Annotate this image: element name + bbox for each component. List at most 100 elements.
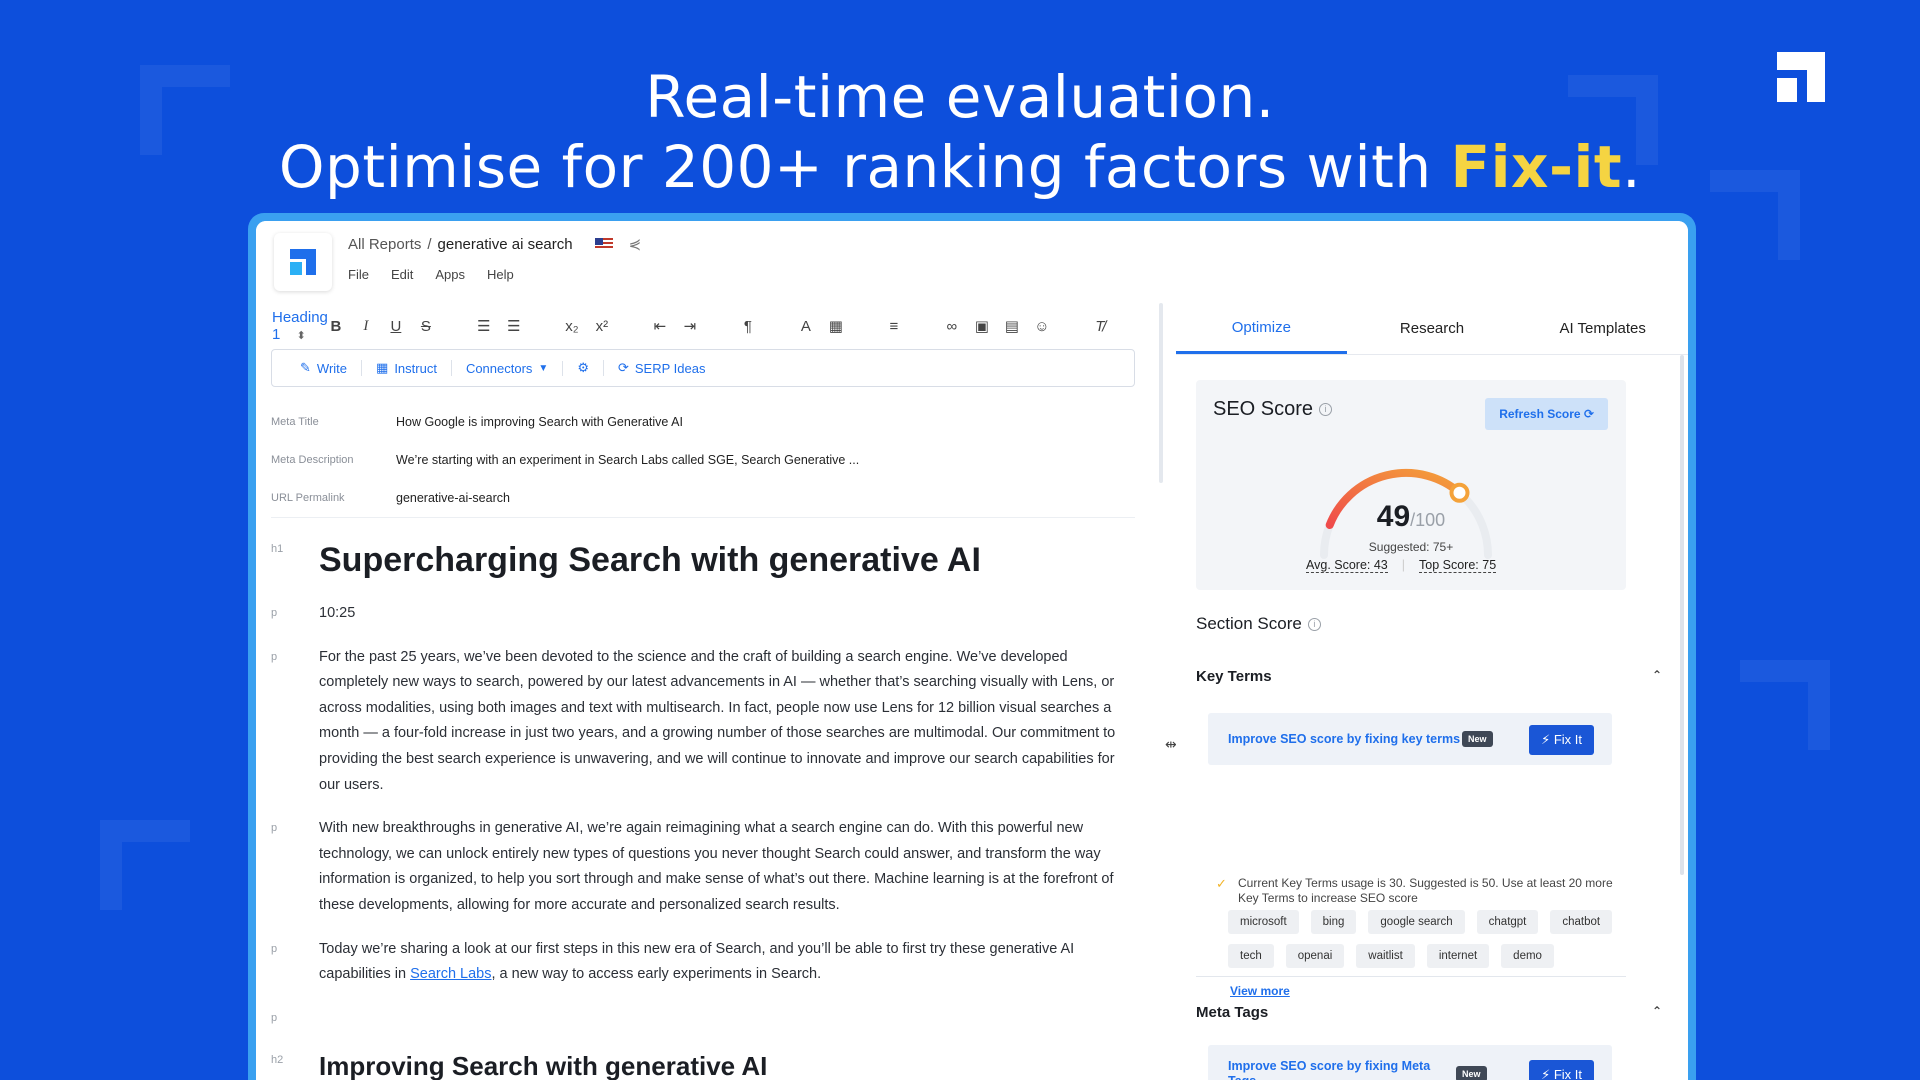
refresh-icon: ⟳: [1583, 407, 1594, 421]
panel-scrollbar[interactable]: [1680, 355, 1684, 875]
document-content[interactable]: h1 Supercharging Search with generative A…: [271, 525, 1141, 1080]
menu-bar: File Edit Apps Help: [348, 267, 514, 282]
strikethrough-icon[interactable]: S: [418, 318, 434, 335]
check-icon: ✓: [1216, 876, 1227, 891]
tab-ai-templates[interactable]: AI Templates: [1517, 303, 1688, 354]
info-icon[interactable]: i: [1307, 618, 1321, 632]
instruct-button[interactable]: ▦ Instruct: [362, 360, 452, 376]
refresh-icon: ⟳: [617, 360, 629, 375]
italic-icon[interactable]: I: [358, 318, 374, 335]
write-button[interactable]: ✎ Write: [286, 360, 363, 376]
doc-paragraph[interactable]: For the past 25 years, we’ve been devote…: [319, 645, 1119, 799]
app-logo-icon[interactable]: [274, 233, 332, 291]
key-terms-header[interactable]: Key Terms ⌃: [1196, 668, 1662, 685]
caret-down-icon: ▼: [538, 362, 549, 374]
breadcrumb-current: generative ai search: [437, 235, 573, 253]
key-term-chip[interactable]: tech: [1228, 944, 1274, 968]
menu-file[interactable]: File: [348, 267, 369, 282]
top-score[interactable]: Top Score: 75: [1419, 558, 1497, 573]
image-icon[interactable]: ▣: [974, 317, 990, 335]
key-term-chip[interactable]: waitlist: [1356, 944, 1415, 968]
menu-apps[interactable]: Apps: [435, 267, 465, 282]
meta-title-input[interactable]: How Google is improving Search with Gene…: [396, 415, 683, 429]
key-term-chip[interactable]: microsoft: [1228, 910, 1299, 934]
key-term-chip[interactable]: chatbot: [1550, 910, 1613, 934]
bullet-list-icon[interactable]: ☰: [506, 317, 522, 335]
highlight-icon[interactable]: ▦: [828, 317, 844, 335]
magic-wand-icon: ⚡: [1541, 1067, 1551, 1080]
align-icon[interactable]: ≡: [886, 318, 902, 335]
menu-help[interactable]: Help: [487, 267, 514, 282]
top-bar: All Reports / generative ai search ⋞ Fil…: [256, 221, 1688, 303]
subscript-icon[interactable]: x₂: [564, 318, 580, 335]
tab-research[interactable]: Research: [1347, 303, 1518, 354]
suggested-score: Suggested: 75+: [1368, 540, 1454, 554]
doc-paragraph[interactable]: 10:25: [319, 601, 1119, 627]
share-icon[interactable]: ⋞: [629, 235, 642, 253]
video-icon[interactable]: ▤: [1004, 317, 1020, 335]
meta-fields: Meta Title How Google is improving Search…: [271, 403, 1135, 518]
serp-ideas-button[interactable]: ⟳ SERP Ideas: [604, 360, 720, 376]
seo-score-card: SEO Score i Refresh Score ⟳ 49/100 Sugge…: [1196, 380, 1626, 590]
key-term-chip[interactable]: chatgpt: [1476, 910, 1539, 934]
search-labs-link[interactable]: Search Labs: [410, 966, 491, 982]
superscript-icon[interactable]: x²: [594, 318, 610, 335]
info-icon[interactable]: i: [1319, 403, 1333, 417]
meta-tags-fix-card: Improve SEO score by fixing Meta TagsNew…: [1208, 1045, 1612, 1080]
key-term-chip[interactable]: google search: [1368, 910, 1465, 934]
write-icon: ✎: [300, 360, 311, 375]
menu-edit[interactable]: Edit: [391, 267, 413, 282]
doc-paragraph[interactable]: With new breakthroughs in generative AI,…: [319, 816, 1119, 918]
bold-icon[interactable]: B: [328, 318, 344, 335]
editor: Heading 1 ⬍ B I U S ☰ ☰ x₂ x² ⇤ ⇥ ¶ A ▦ …: [256, 303, 1190, 1080]
hero-line-1: Real-time evaluation.: [645, 63, 1275, 131]
paragraph-direction-icon[interactable]: ¶: [740, 318, 756, 335]
meta-tags-header[interactable]: Meta Tags ⌃: [1196, 1004, 1662, 1021]
tab-optimize[interactable]: Optimize: [1176, 303, 1347, 354]
view-more-link[interactable]: View more: [1228, 978, 1292, 1004]
app-window: All Reports / generative ai search ⋞ Fil…: [256, 221, 1688, 1080]
connectors-dropdown[interactable]: Connectors ▼: [452, 360, 564, 376]
doc-empty-paragraph[interactable]: [319, 1006, 1119, 1032]
meta-description-input[interactable]: We’re starting with an experiment in Sea…: [396, 453, 859, 467]
format-buttons: B I U S ☰ ☰ x₂ x² ⇤ ⇥ ¶ A ▦ ≡ ∞ ▣ ▤ ☺ T̸: [328, 317, 1192, 336]
url-permalink-row: URL Permalink generative-ai-search: [271, 491, 510, 505]
ordered-list-icon[interactable]: ☰: [476, 317, 492, 335]
breadcrumb-root[interactable]: All Reports: [348, 236, 421, 253]
us-flag-icon[interactable]: [594, 238, 613, 250]
avg-score[interactable]: Avg. Score: 43: [1306, 558, 1388, 573]
key-term-chip[interactable]: bing: [1310, 910, 1357, 934]
new-badge: New: [1462, 731, 1493, 747]
clear-format-icon[interactable]: T̸: [1092, 318, 1108, 335]
hero-highlight: Fix-it: [1450, 133, 1623, 201]
chevron-up-icon: ⌃: [1651, 668, 1662, 682]
breadcrumb: All Reports / generative ai search ⋞: [348, 235, 642, 254]
fix-it-button[interactable]: ⚡ Fix It: [1529, 725, 1594, 755]
url-permalink-input[interactable]: generative-ai-search: [396, 491, 510, 505]
doc-heading-1[interactable]: Supercharging Search with generative AI: [319, 537, 981, 583]
indent-icon[interactable]: ⇥: [682, 317, 698, 335]
key-term-chip[interactable]: demo: [1501, 944, 1554, 968]
resize-handle-icon[interactable]: ⇹: [1165, 736, 1177, 753]
key-terms-fix-card: Improve SEO score by fixing key terms New…: [1208, 713, 1612, 765]
hero-headline: Real-time evaluation. Optimise for 200+ …: [0, 62, 1920, 202]
underline-icon[interactable]: U: [388, 318, 404, 335]
optimize-panel: SEO Score i Refresh Score ⟳ 49/100 Sugge…: [1176, 355, 1688, 1080]
app-frame: All Reports / generative ai search ⋞ Fil…: [248, 213, 1696, 1080]
settings-button[interactable]: ⚙: [563, 360, 604, 376]
emoji-icon[interactable]: ☺: [1034, 318, 1050, 335]
doc-paragraph[interactable]: Today we’re sharing a look at our first …: [319, 937, 1119, 988]
bg-decoration: [1740, 660, 1830, 750]
gauge-knob: [1449, 482, 1470, 503]
magic-wand-icon: ⚡: [1541, 732, 1551, 747]
link-icon[interactable]: ∞: [944, 318, 960, 335]
fix-it-button[interactable]: ⚡ Fix It: [1529, 1060, 1594, 1080]
key-term-chip[interactable]: internet: [1426, 944, 1490, 968]
outdent-icon[interactable]: ⇤: [652, 317, 668, 335]
text-color-icon[interactable]: A: [798, 318, 814, 335]
doc-heading-2[interactable]: Improving Search with generative AI: [319, 1048, 767, 1080]
refresh-score-button[interactable]: Refresh Score ⟳: [1485, 398, 1608, 430]
heading-select[interactable]: Heading 1 ⬍: [266, 309, 328, 343]
editor-scrollbar[interactable]: [1159, 303, 1163, 483]
key-term-chip[interactable]: openai: [1285, 944, 1345, 968]
